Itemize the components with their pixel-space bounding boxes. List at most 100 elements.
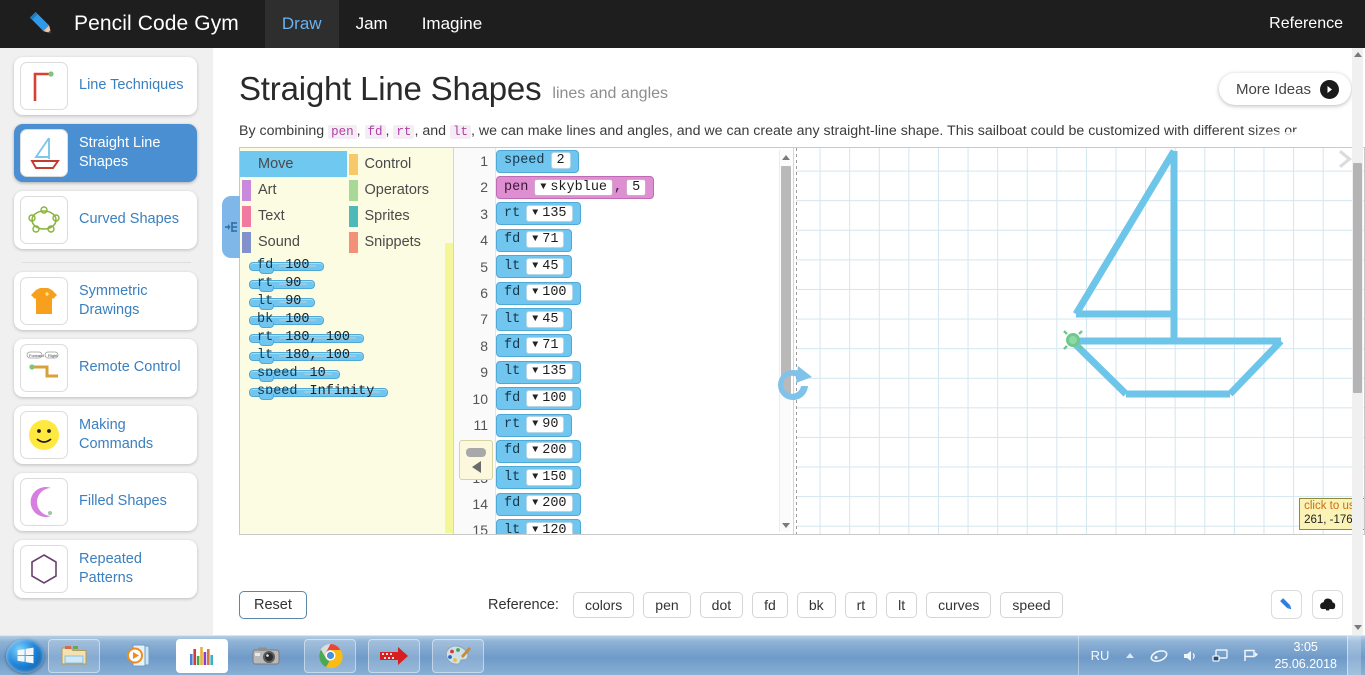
palette-block-speed-infinity[interactable]: speed Infinity xyxy=(249,385,389,400)
sidebar-item-curved-shapes[interactable]: Curved Shapes xyxy=(14,191,197,249)
code-block-lt[interactable]: lt ▼ 45 xyxy=(496,308,573,332)
sidebar-item-line-techniques[interactable]: Line Techniques xyxy=(14,57,197,115)
ref-chip-lt[interactable]: lt xyxy=(886,592,918,618)
code-block-fd[interactable]: fd ▼ 71 xyxy=(496,228,573,252)
code-line[interactable]: fd ▼ 71 xyxy=(496,227,786,253)
taskbar-clock[interactable]: 3:05 25.06.2018 xyxy=(1274,639,1337,673)
scroll-down-icon[interactable] xyxy=(780,518,792,532)
code-line[interactable]: pen ▼ skyblue , 5 xyxy=(496,174,786,200)
sidebar-scrollbar[interactable] xyxy=(1352,48,1363,635)
code-block-pen[interactable]: pen ▼ skyblue , 5 xyxy=(496,176,655,200)
code-line[interactable]: lt ▼ 45 xyxy=(496,254,786,280)
palette-category-control[interactable]: Control xyxy=(347,151,454,177)
block-arg[interactable]: 180, 100 xyxy=(279,349,357,362)
tab-draw[interactable]: Draw xyxy=(264,0,339,48)
scroll-up-icon[interactable] xyxy=(1352,48,1363,60)
network-usb-icon[interactable] xyxy=(1150,649,1168,663)
palette-collapse-tab[interactable] xyxy=(222,196,240,258)
block-arg[interactable]: 90 xyxy=(279,295,308,308)
code-block-rt[interactable]: rt ▼ 135 xyxy=(496,202,581,226)
block-arg[interactable]: ▼ 71 xyxy=(526,231,565,249)
palette-block-lt[interactable]: lt 90 xyxy=(249,295,316,310)
reset-button[interactable]: Reset xyxy=(239,591,307,619)
palette-category-operators[interactable]: Operators xyxy=(347,177,454,203)
ref-chip-speed[interactable]: speed xyxy=(1000,592,1063,618)
block-arg[interactable]: 180, 100 xyxy=(279,331,357,344)
taskbar-button-equalizer[interactable] xyxy=(176,638,228,673)
code-block-lt[interactable]: lt ▼ 150 xyxy=(496,466,581,490)
block-arg[interactable]: 90 xyxy=(279,277,308,290)
code-line[interactable]: fd ▼ 100 xyxy=(496,386,786,412)
code-block-fd[interactable]: fd ▼ 200 xyxy=(496,492,581,516)
code-block-rt[interactable]: rt ▼ 90 xyxy=(496,413,573,437)
code-block-lt[interactable]: lt ▼ 120 xyxy=(496,519,581,534)
editor-scrollbar[interactable] xyxy=(779,150,791,532)
share-upload-button[interactable] xyxy=(1312,590,1343,619)
block-arg[interactable]: ▼ 100 xyxy=(526,284,573,302)
language-indicator[interactable]: RU xyxy=(1091,648,1110,663)
code-line[interactable]: fd ▼ 71 xyxy=(496,333,786,359)
sidebar-item-repeated-patterns[interactable]: Repeated Patterns xyxy=(14,540,197,598)
block-arg[interactable]: ▼ 200 xyxy=(526,495,573,513)
code-line[interactable]: lt ▼ 120 xyxy=(496,517,786,534)
code-line[interactable]: fd ▼ 200 xyxy=(496,491,786,517)
ref-chip-curves[interactable]: curves xyxy=(926,592,992,618)
reference-link[interactable]: Reference xyxy=(1269,15,1343,33)
collapse-left-icon[interactable] xyxy=(471,460,481,473)
taskbar-button-camera[interactable] xyxy=(240,639,292,673)
code-block-fd[interactable]: fd ▼ 100 xyxy=(496,281,581,305)
code-line[interactable]: lt ▼ 150 xyxy=(496,465,786,491)
code-line[interactable]: fd ▼ 200 xyxy=(496,438,786,464)
drawing-canvas[interactable]: click to use 261, -176 xyxy=(793,148,1364,534)
code-editor[interactable]: 1 2 3 4 5 6 7 8 9 10 11 12 13 14 15 spee… xyxy=(453,148,793,534)
tab-jam[interactable]: Jam xyxy=(339,0,405,48)
block-arg[interactable]: ▼ 200 xyxy=(526,442,573,460)
taskbar-button-explorer[interactable] xyxy=(48,638,100,673)
code-block-speed[interactable]: speed 2 xyxy=(496,149,579,173)
code-block-lt[interactable]: lt ▼ 45 xyxy=(496,255,573,279)
code-line[interactable]: lt ▼ 45 xyxy=(496,306,786,332)
code-line[interactable]: rt ▼ 135 xyxy=(496,201,786,227)
palette-block-lt-arc[interactable]: lt 180, 100 xyxy=(249,349,365,364)
palette-block-fd[interactable]: fd 100 xyxy=(249,259,324,274)
palette-block-bk[interactable]: bk 100 xyxy=(249,313,324,328)
block-arg[interactable]: Infinity xyxy=(303,385,381,398)
block-arg[interactable]: ▼ 45 xyxy=(526,310,565,328)
palette-category-move[interactable]: Move xyxy=(240,151,347,177)
palette-scrollbar[interactable] xyxy=(445,243,453,533)
ref-chip-fd[interactable]: fd xyxy=(752,592,788,618)
block-arg[interactable]: 100 xyxy=(279,313,316,326)
sidebar-item-remote-control[interactable]: Forward Right Remote Control xyxy=(14,339,197,397)
volume-icon[interactable] xyxy=(1182,649,1198,663)
palette-category-sound[interactable]: Sound xyxy=(240,229,347,255)
taskbar-button-chrome[interactable] xyxy=(304,638,356,673)
show-hidden-icons-icon[interactable] xyxy=(1124,651,1136,661)
ref-chip-pen[interactable]: pen xyxy=(643,592,691,618)
ref-chip-bk[interactable]: bk xyxy=(796,592,836,618)
block-arg[interactable]: 10 xyxy=(303,367,332,380)
edit-pencil-button[interactable] xyxy=(1271,590,1302,619)
block-arg[interactable]: ▼ 71 xyxy=(526,336,565,354)
show-desktop-button[interactable] xyxy=(1347,635,1361,675)
block-arg[interactable]: ▼ 150 xyxy=(526,468,573,486)
ref-chip-rt[interactable]: rt xyxy=(844,592,878,618)
code-block-fd[interactable]: fd ▼ 71 xyxy=(496,334,573,358)
palette-category-snippets[interactable]: Snippets xyxy=(347,229,454,255)
block-arg[interactable]: ▼ 90 xyxy=(526,416,565,434)
code-block-lt[interactable]: lt ▼ 135 xyxy=(496,360,581,384)
code-block-fd[interactable]: fd ▼ 200 xyxy=(496,439,581,463)
block-arg[interactable]: 2 xyxy=(550,152,571,170)
block-arg-color[interactable]: ▼ skyblue xyxy=(534,178,614,196)
more-ideas-button[interactable]: More Ideas xyxy=(1218,73,1351,105)
code-line[interactable]: rt ▼ 90 xyxy=(496,412,786,438)
action-center-flag-icon[interactable] xyxy=(1243,648,1259,663)
block-arg[interactable]: ▼ 135 xyxy=(526,204,573,222)
palette-category-art[interactable]: Art xyxy=(240,177,347,203)
scroll-down-icon[interactable] xyxy=(1352,621,1363,633)
block-arg[interactable]: ▼ 120 xyxy=(526,521,573,534)
taskbar-button-red-arrow[interactable] xyxy=(368,638,420,673)
code-line[interactable]: fd ▼ 100 xyxy=(496,280,786,306)
block-arg[interactable]: 100 xyxy=(279,259,316,272)
sidebar-item-filled-shapes[interactable]: Filled Shapes xyxy=(14,473,197,531)
tab-imagine[interactable]: Imagine xyxy=(405,0,499,48)
